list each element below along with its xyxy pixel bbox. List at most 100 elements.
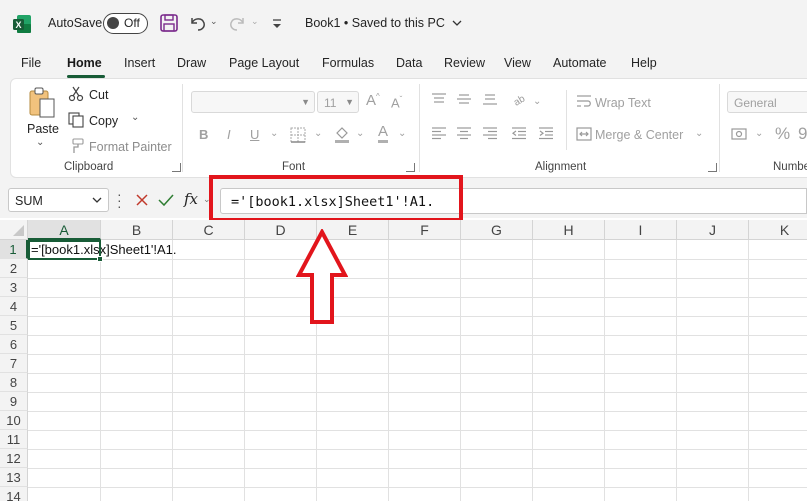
undo-dropdown-icon[interactable]: ⌄ xyxy=(210,16,218,27)
redo-icon[interactable] xyxy=(227,12,249,34)
decrease-indent-icon[interactable] xyxy=(511,126,527,140)
column-header-h[interactable]: H xyxy=(533,220,605,240)
bold-icon[interactable]: B xyxy=(199,127,208,142)
row-header-7[interactable]: 7 xyxy=(0,354,28,373)
redo-dropdown-icon[interactable]: ⌄ xyxy=(251,16,259,27)
tab-home[interactable]: Home xyxy=(67,56,102,70)
underline-icon[interactable]: U xyxy=(250,127,259,142)
paste-label[interactable]: Paste xyxy=(27,122,59,136)
align-top-icon[interactable] xyxy=(431,92,447,106)
paste-icon[interactable] xyxy=(27,86,57,120)
fill-color-dropdown-icon[interactable]: ⌄ xyxy=(356,128,364,139)
increase-indent-icon[interactable] xyxy=(538,126,554,140)
font-color-dropdown-icon[interactable]: ⌄ xyxy=(398,128,406,139)
orientation-icon[interactable]: ab xyxy=(512,91,528,107)
column-header-j[interactable]: J xyxy=(677,220,749,240)
format-painter-label[interactable]: Format Painter xyxy=(89,140,172,154)
row-header-5[interactable]: 5 xyxy=(0,316,28,335)
increase-font-size-icon[interactable]: A^ xyxy=(366,92,380,109)
tab-review[interactable]: Review xyxy=(444,56,485,70)
italic-icon[interactable]: I xyxy=(227,127,231,142)
decrease-font-size-icon[interactable]: Aˇ xyxy=(391,95,402,110)
select-all-corner[interactable] xyxy=(0,220,28,240)
document-title[interactable]: Book1 • Saved to this PC xyxy=(305,16,462,30)
gridline xyxy=(172,240,173,501)
copy-icon[interactable] xyxy=(68,112,84,128)
wrap-text-icon[interactable] xyxy=(576,94,592,110)
paste-dropdown-icon[interactable]: ⌄ xyxy=(36,137,44,148)
tab-data[interactable]: Data xyxy=(396,56,422,70)
tab-file[interactable]: File xyxy=(21,56,41,70)
tab-draw[interactable]: Draw xyxy=(177,56,206,70)
column-header-b[interactable]: B xyxy=(101,220,173,240)
alignment-launcher-icon[interactable] xyxy=(708,163,717,172)
merge-center-label[interactable]: Merge & Center xyxy=(595,128,683,142)
active-cell-a1[interactable] xyxy=(28,240,101,260)
tab-automate[interactable]: Automate xyxy=(553,56,607,70)
cut-label[interactable]: Cut xyxy=(89,88,108,102)
column-header-k[interactable]: K xyxy=(749,220,807,240)
row-header-14[interactable]: 14 xyxy=(0,487,28,501)
row-header-6[interactable]: 6 xyxy=(0,335,28,354)
align-center-icon[interactable] xyxy=(456,126,472,140)
copy-dropdown-icon[interactable]: ⌄ xyxy=(131,112,139,123)
font-name-combo[interactable]: ▼ xyxy=(191,91,315,113)
align-right-icon[interactable] xyxy=(482,126,498,140)
row-header-1[interactable]: 1 xyxy=(0,240,28,259)
autosave-toggle[interactable]: Off xyxy=(103,13,148,34)
tab-formulas[interactable]: Formulas xyxy=(322,56,374,70)
column-header-c[interactable]: C xyxy=(173,220,245,240)
more-options-icon[interactable]: · · · xyxy=(117,187,122,213)
align-middle-icon[interactable] xyxy=(456,92,472,106)
row-header-11[interactable]: 11 xyxy=(0,430,28,449)
font-launcher-icon[interactable] xyxy=(406,163,415,172)
tab-page-layout[interactable]: Page Layout xyxy=(229,56,299,70)
borders-dropdown-icon[interactable]: ⌄ xyxy=(314,128,322,139)
borders-icon[interactable] xyxy=(290,127,306,143)
row-header-4[interactable]: 4 xyxy=(0,297,28,316)
column-header-i[interactable]: I xyxy=(605,220,677,240)
column-header-g[interactable]: G xyxy=(461,220,533,240)
name-box[interactable]: SUM xyxy=(8,188,109,212)
font-size-combo[interactable]: 11 ▼ xyxy=(317,91,359,113)
underline-dropdown-icon[interactable]: ⌄ xyxy=(270,128,278,139)
align-left-icon[interactable] xyxy=(431,126,447,140)
insert-function-icon[interactable]: fx xyxy=(184,190,198,208)
clipboard-launcher-icon[interactable] xyxy=(172,163,181,172)
format-painter-icon[interactable] xyxy=(68,138,84,154)
enter-checkmark-icon[interactable] xyxy=(158,193,174,207)
row-header-8[interactable]: 8 xyxy=(0,373,28,392)
column-header-f[interactable]: F xyxy=(389,220,461,240)
fill-color-icon[interactable] xyxy=(333,125,351,143)
tab-help[interactable]: Help xyxy=(631,56,657,70)
name-box-value: SUM xyxy=(15,194,43,208)
accounting-dropdown-icon[interactable]: ⌄ xyxy=(755,128,763,139)
align-bottom-icon[interactable] xyxy=(482,92,498,106)
comma-style-icon[interactable]: 9 xyxy=(798,124,807,144)
worksheet-grid[interactable]: A B C D E F G H I J K 1 2 3 4 5 6 7 8 9 … xyxy=(0,220,807,501)
row-header-13[interactable]: 13 xyxy=(0,468,28,487)
save-icon[interactable] xyxy=(158,12,180,34)
accounting-format-icon[interactable] xyxy=(731,126,749,142)
fill-handle[interactable] xyxy=(97,256,103,262)
tab-insert[interactable]: Insert xyxy=(124,56,155,70)
scissors-icon[interactable] xyxy=(68,86,84,102)
wrap-text-label[interactable]: Wrap Text xyxy=(595,96,651,110)
merge-dropdown-icon[interactable]: ⌄ xyxy=(695,128,703,139)
row-header-12[interactable]: 12 xyxy=(0,449,28,468)
undo-icon[interactable] xyxy=(186,12,208,34)
tab-view[interactable]: View xyxy=(504,56,531,70)
merge-center-icon[interactable] xyxy=(576,126,592,142)
row-header-2[interactable]: 2 xyxy=(0,259,28,278)
row-header-9[interactable]: 9 xyxy=(0,392,28,411)
orientation-dropdown-icon[interactable]: ⌄ xyxy=(533,96,541,107)
column-header-a[interactable]: A xyxy=(28,220,101,240)
customize-toolbar-icon[interactable] xyxy=(266,12,288,34)
percent-style-icon[interactable]: % xyxy=(775,124,790,144)
row-header-10[interactable]: 10 xyxy=(0,411,28,430)
number-format-combo[interactable]: General xyxy=(727,91,807,113)
cancel-icon[interactable] xyxy=(135,193,149,207)
font-color-icon[interactable]: A xyxy=(378,124,389,143)
copy-label[interactable]: Copy xyxy=(89,114,118,128)
row-header-3[interactable]: 3 xyxy=(0,278,28,297)
